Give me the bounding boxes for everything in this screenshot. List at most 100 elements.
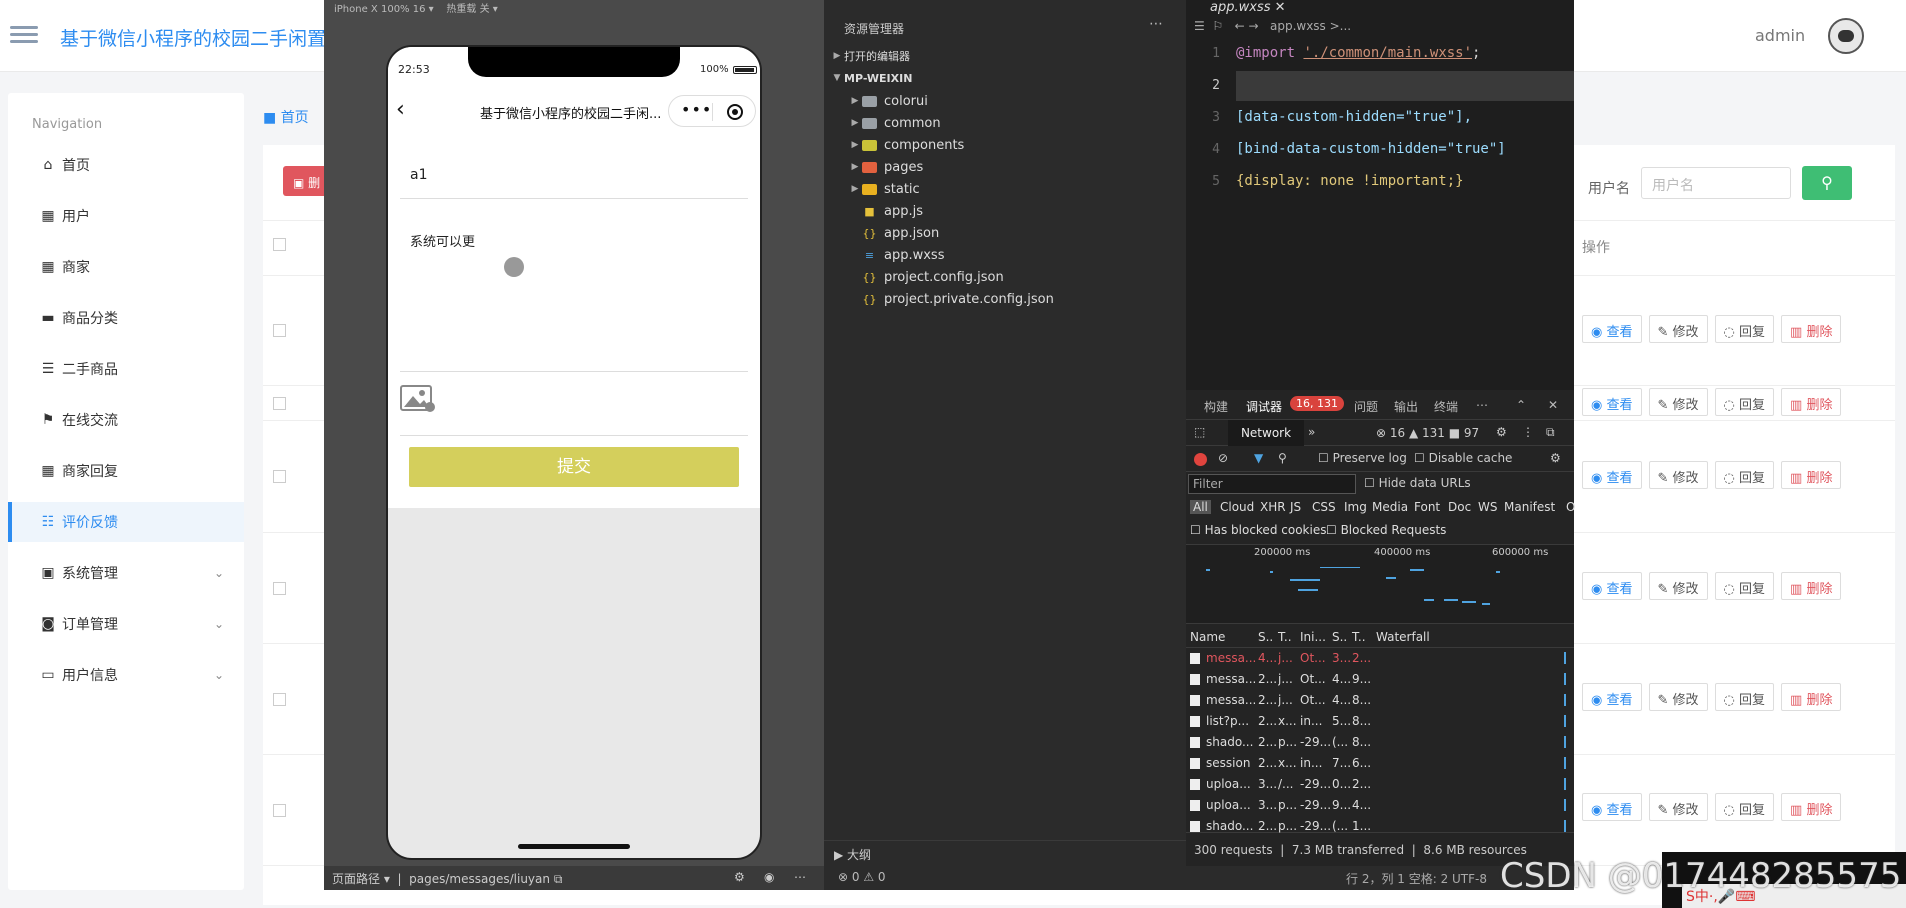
filter-css[interactable]: CSS (1312, 500, 1336, 514)
close-circle-icon[interactable] (727, 104, 743, 120)
sidebar-item-users[interactable]: ▦ 用户 (8, 196, 244, 236)
filter-all[interactable]: All (1190, 500, 1211, 514)
copy-icon[interactable]: ⧉ (554, 872, 563, 886)
edit-button[interactable]: ✎ 修改 (1648, 315, 1708, 343)
has-blocked-cookies-checkbox[interactable]: ☐ Has blocked cookies (1190, 523, 1326, 537)
delete-button[interactable]: ▥ 删除 (1781, 461, 1842, 489)
search-input[interactable]: 用户名 (1641, 167, 1791, 199)
network-row[interactable]: uploa... 3.../... -29... 0... 2... (1186, 774, 1574, 795)
edit-button[interactable]: ✎ 修改 (1648, 572, 1708, 600)
tree-item-app-wxss[interactable]: ≡ app.wxss (862, 244, 945, 266)
tree-item-colorui[interactable]: ▶ colorui (848, 90, 928, 112)
tab-output[interactable]: 输出 (1394, 398, 1418, 415)
record-icon[interactable] (1194, 453, 1207, 466)
select-all-checkbox[interactable] (273, 238, 286, 251)
sidebar-item-user-info[interactable]: ▭ 用户信息 ⌄ (8, 655, 244, 695)
network-row[interactable]: shado... 2... p... -29... (... 1... (1186, 816, 1574, 837)
column-status[interactable]: S.. (1258, 630, 1273, 644)
sidebar-item-merchant-reply[interactable]: ▦ 商家回复 (8, 451, 244, 491)
reply-button[interactable]: ◌ 回复 (1714, 315, 1775, 343)
sidebar-item-merchants[interactable]: ▦ 商家 (8, 247, 244, 287)
filter-xhr[interactable]: XHR (1260, 500, 1286, 514)
sidebar-item-categories[interactable]: ▬ 商品分类 (8, 298, 244, 338)
hide-data-urls-checkbox[interactable]: ☐ Hide data URLs (1364, 476, 1471, 490)
avatar[interactable] (1828, 18, 1864, 54)
filter-icon[interactable]: ▼ (1254, 451, 1263, 465)
row-checkbox[interactable] (273, 804, 286, 817)
view-button[interactable]: ◉ 查看 (1582, 793, 1642, 821)
page-path[interactable]: pages/messages/liuyan (409, 872, 550, 886)
filter-other[interactable]: O (1566, 500, 1575, 514)
network-row[interactable]: messa... 2... j... Ot... 4... 8... (1186, 690, 1574, 711)
more-icon[interactable]: ⋯ (1476, 398, 1488, 412)
console-counts[interactable]: ⊗ 16 ▲ 131 ■ 97 (1376, 426, 1479, 440)
view-button[interactable]: ◉ 查看 (1582, 572, 1642, 600)
sidebar-item-home[interactable]: ⌂ 首页 (8, 145, 244, 185)
row-checkbox[interactable] (273, 693, 286, 706)
tab-app-wxss[interactable]: app.wxss ✕ (1186, 0, 1306, 15)
menu-toggle-icon[interactable] (10, 22, 38, 46)
tab-debugger[interactable]: 调试器 (1246, 398, 1282, 415)
filter-input[interactable]: Filter (1188, 474, 1356, 494)
row-checkbox[interactable] (273, 582, 286, 595)
tree-item-common[interactable]: ▶ common (848, 112, 941, 134)
dock-icon[interactable]: ⧉ (1546, 425, 1555, 440)
more-icon[interactable]: ••• (681, 100, 712, 119)
reply-button[interactable]: ◌ 回复 (1714, 388, 1775, 416)
blocked-requests-checkbox[interactable]: ☐ Blocked Requests (1326, 523, 1446, 537)
code-line[interactable]: [data-custom-hidden="true"], (1236, 109, 1472, 125)
capsule-menu[interactable]: ••• (668, 95, 756, 127)
view-button[interactable]: ◉ 查看 (1582, 388, 1642, 416)
code-line[interactable]: @import './common/main.wxss'; (1236, 45, 1480, 61)
tree-item-components[interactable]: ▶ components (848, 134, 965, 156)
problems-indicator[interactable]: ⊗ 0 ⚠ 0 (824, 866, 1186, 890)
column-name[interactable]: Name (1190, 630, 1225, 644)
filter-cloud[interactable]: Cloud (1220, 500, 1254, 514)
admin-username[interactable]: admin (1755, 26, 1805, 45)
network-row[interactable]: uploa... 3... p... -29... 9... 4... (1186, 795, 1574, 816)
tab-problems[interactable]: 问题 (1354, 398, 1378, 415)
filter-js[interactable]: JS (1290, 500, 1301, 514)
inspect-icon[interactable]: ⬚ (1194, 425, 1205, 439)
edit-button[interactable]: ✎ 修改 (1648, 461, 1708, 489)
filter-img[interactable]: Img (1344, 500, 1367, 514)
filter-doc[interactable]: Doc (1448, 500, 1471, 514)
code-line[interactable]: [bind-data-custom-hidden="true"] (1236, 141, 1506, 157)
sidebar-item-feedback[interactable]: ☷ 评价反馈 (8, 502, 244, 542)
network-row[interactable]: messa... 4... j... Ot... 3... 2... (1186, 648, 1574, 669)
view-button[interactable]: ◉ 查看 (1582, 315, 1642, 343)
row-checkbox[interactable] (273, 324, 286, 337)
view-button[interactable]: ◉ 查看 (1582, 461, 1642, 489)
column-size[interactable]: S.. (1332, 630, 1347, 644)
debug-icon[interactable]: ⚙ (734, 870, 745, 884)
code-line[interactable]: {display: none !important;} (1236, 173, 1464, 189)
delete-button[interactable]: ▥ 删除 (1781, 388, 1842, 416)
sidebar-item-system[interactable]: ▣ 系统管理 ⌄ (8, 553, 244, 593)
reply-button[interactable]: ◌ 回复 (1714, 793, 1775, 821)
back-arrow-icon[interactable]: ‹ (396, 97, 405, 122)
eye-icon[interactable]: ◉ (764, 870, 774, 884)
tab-terminal[interactable]: 终端 (1434, 398, 1458, 415)
more-icon[interactable]: ⋮ (1522, 425, 1534, 439)
filter-media[interactable]: Media (1372, 500, 1408, 514)
close-icon[interactable]: ✕ (1548, 398, 1558, 412)
column-time[interactable]: T.. (1352, 630, 1366, 644)
row-checkbox[interactable] (273, 397, 286, 410)
reply-button[interactable]: ◌ 回复 (1714, 683, 1775, 711)
gear-icon[interactable]: ⚙ (1496, 425, 1507, 439)
tree-item-app-js[interactable]: ■ app.js (862, 200, 923, 222)
title-input[interactable]: a1 (410, 167, 428, 183)
chevron-right-icon[interactable]: » (1308, 425, 1315, 439)
network-row[interactable]: list?p... 2... x... in... 5... 8... (1186, 711, 1574, 732)
breadcrumb[interactable]: ■ 首页 (263, 107, 309, 127)
open-editors-section[interactable]: ▶ 打开的编辑器 (830, 45, 910, 67)
clear-icon[interactable]: ⊘ (1218, 451, 1228, 465)
search-button[interactable]: ⚲ (1802, 166, 1852, 200)
outline-section[interactable]: ▶ 大纲 (824, 840, 1186, 866)
tree-item-app-json[interactable]: {} app.json (862, 222, 940, 244)
network-row[interactable]: shado... 2... p... -29... (... 8... (1186, 732, 1574, 753)
project-root[interactable]: ▼ MP-WEIXIN (830, 67, 913, 89)
more-icon[interactable]: ⋯ (794, 870, 806, 884)
network-row[interactable]: messa... 2... j... Ot... 4... 9... (1186, 669, 1574, 690)
edit-button[interactable]: ✎ 修改 (1648, 683, 1708, 711)
